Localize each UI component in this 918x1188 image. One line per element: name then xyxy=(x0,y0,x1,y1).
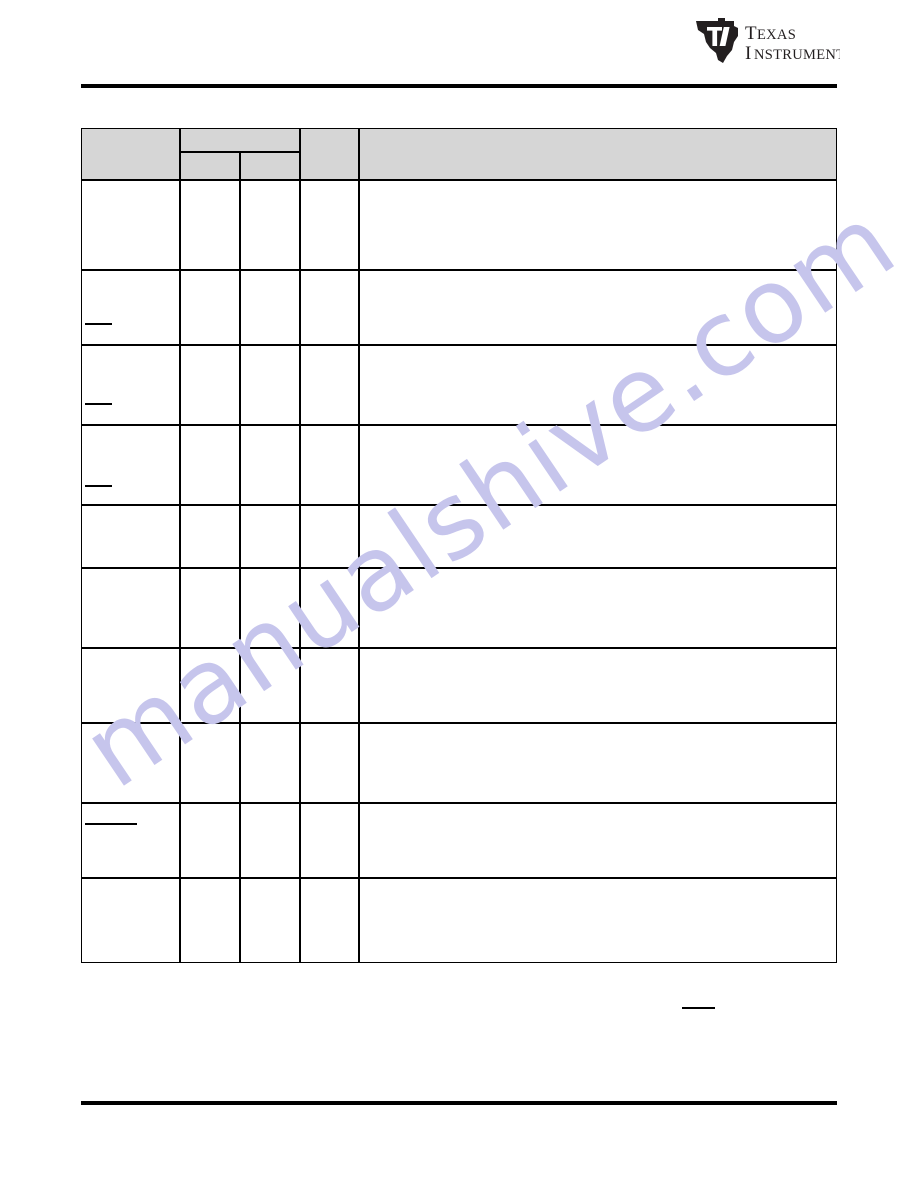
table-cell-r4-c3 xyxy=(240,425,300,505)
table-cell-r4-c2 xyxy=(180,425,240,505)
table-cell-r3-c5 xyxy=(359,345,837,425)
header-rule xyxy=(81,84,837,88)
table-cell-r8-c3 xyxy=(240,723,300,803)
table-cell-r2-c4 xyxy=(300,270,359,345)
texas-instruments-logo: T EXAS I NSTRUMENTS xyxy=(694,16,840,66)
table-cell-r7-c4 xyxy=(300,648,359,723)
table-cell-r6-c3 xyxy=(240,568,300,648)
table-cell-r5-c4 xyxy=(300,505,359,568)
table-cell-r10-c2 xyxy=(180,878,240,963)
table-cell-r9-c4 xyxy=(300,803,359,878)
table-cell-r9-c3 xyxy=(240,803,300,878)
svg-text:NSTRUMENTS: NSTRUMENTS xyxy=(754,47,840,63)
table-cell-r5-c2 xyxy=(180,505,240,568)
table-cell-r8-c2 xyxy=(180,723,240,803)
table-header-cell-signal xyxy=(81,128,180,180)
table-cell-r6-c5 xyxy=(359,568,837,648)
table-cell-r2-c1 xyxy=(81,270,180,345)
signal-overbar-r2 xyxy=(85,323,112,325)
svg-text:T: T xyxy=(745,23,757,44)
table-cell-r3-c2 xyxy=(180,345,240,425)
table-header-cell-sub-a xyxy=(180,152,240,180)
signal-overbar-r9 xyxy=(85,823,137,825)
table-cell-r3-c3 xyxy=(240,345,300,425)
table-cell-r5-c3 xyxy=(240,505,300,568)
logo-wordmark-instruments: I NSTRUMENTS xyxy=(745,43,840,64)
table-cell-r1-c4 xyxy=(300,180,359,270)
table-cell-r5-c1 xyxy=(81,505,180,568)
table-cell-r4-c4 xyxy=(300,425,359,505)
table-cell-r8-c4 xyxy=(300,723,359,803)
table-cell-r9-c5 xyxy=(359,803,837,878)
table-cell-r10-c1 xyxy=(81,878,180,963)
table-header-cell-group xyxy=(180,128,300,152)
table-cell-r10-c3 xyxy=(240,878,300,963)
footer-rule xyxy=(81,1101,837,1105)
table-cell-r7-c5 xyxy=(359,648,837,723)
table-cell-r6-c1 xyxy=(81,568,180,648)
table-cell-r1-c3 xyxy=(240,180,300,270)
pin-description-table xyxy=(81,128,837,963)
datasheet-page: T EXAS I NSTRUMENTS manualshive.com xyxy=(0,0,918,1188)
signal-overbar-r4 xyxy=(85,485,112,487)
signal-overbar-r3 xyxy=(85,403,112,405)
table-header-cell-description xyxy=(359,128,837,180)
table-cell-r8-c1 xyxy=(81,723,180,803)
table-cell-r7-c3 xyxy=(240,648,300,723)
table-cell-r4-c1 xyxy=(81,425,180,505)
table-cell-r3-c1 xyxy=(81,345,180,425)
table-cell-r7-c2 xyxy=(180,648,240,723)
table-cell-r6-c2 xyxy=(180,568,240,648)
svg-text:I: I xyxy=(745,43,752,64)
table-header-cell-sub-b xyxy=(240,152,300,180)
svg-text:EXAS: EXAS xyxy=(757,27,796,43)
table-header-cell-type xyxy=(300,128,359,180)
table-cell-r2-c3 xyxy=(240,270,300,345)
table-cell-r9-c1 xyxy=(81,803,180,878)
table-cell-r2-c2 xyxy=(180,270,240,345)
table-cell-r3-c4 xyxy=(300,345,359,425)
table-cell-r2-c5 xyxy=(359,270,837,345)
table-cell-r4-c5 xyxy=(359,425,837,505)
table-cell-r1-c2 xyxy=(180,180,240,270)
table-cell-r9-c2 xyxy=(180,803,240,878)
table-cell-r8-c5 xyxy=(359,723,837,803)
table-cell-r10-c4 xyxy=(300,878,359,963)
table-cell-r6-c4 xyxy=(300,568,359,648)
logo-wordmark-texas: T EXAS xyxy=(745,23,796,44)
table-cell-r7-c1 xyxy=(81,648,180,723)
table-cell-r1-c1 xyxy=(81,180,180,270)
table-cell-r10-c5 xyxy=(359,878,837,963)
table-cell-r5-c5 xyxy=(359,505,837,568)
table-cell-r1-c5 xyxy=(359,180,837,270)
footnote-signal-overbar xyxy=(682,1007,715,1009)
